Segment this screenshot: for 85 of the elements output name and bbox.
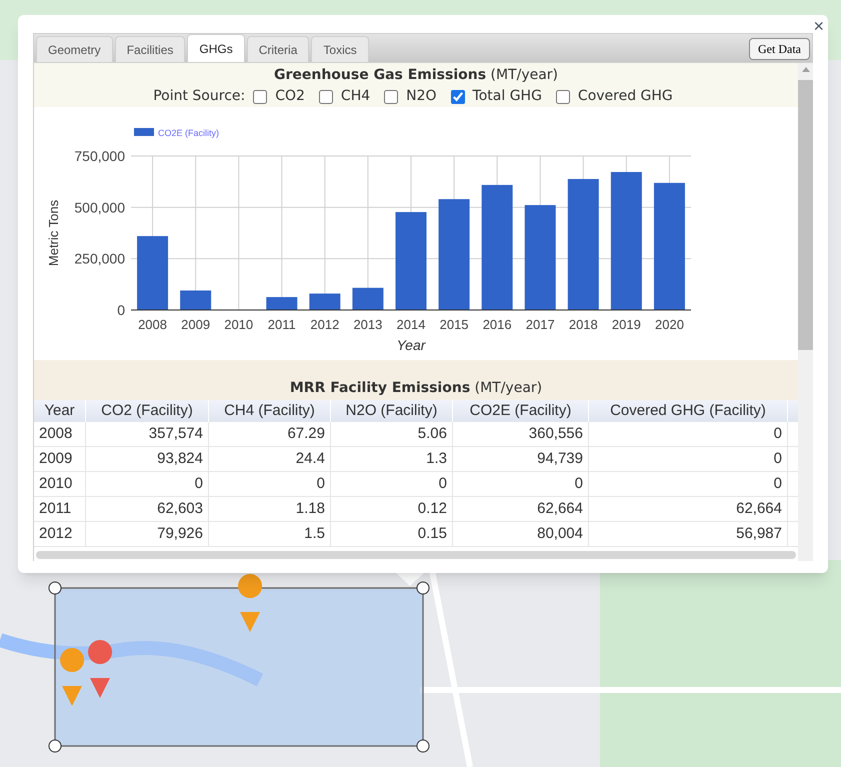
- table-cell: 62,603: [86, 497, 209, 521]
- table-cell: 0: [209, 472, 331, 496]
- table-cell: 2010: [34, 472, 86, 496]
- close-button[interactable]: ×: [813, 17, 824, 35]
- table-cell: 0: [453, 472, 589, 496]
- checkbox-label: N2O: [406, 87, 437, 106]
- y-tick-label: 250,000: [74, 250, 125, 267]
- legend-label: CO2E (Facility): [158, 128, 220, 138]
- point-source-label: Point Source:: [153, 87, 246, 106]
- table-cell: 2012: [34, 522, 86, 546]
- table-cell: 94,739: [453, 447, 589, 471]
- column-header: N2O (Facility): [331, 400, 453, 422]
- vertical-scrollbar[interactable]: [798, 63, 813, 561]
- x-tick-label: 2009: [181, 317, 210, 332]
- column-header: CH4 (Facility): [209, 400, 331, 422]
- x-tick-label: 2019: [612, 317, 641, 332]
- checkbox-label: CO2: [275, 87, 305, 106]
- table-cell: 62,664: [589, 497, 788, 521]
- y-axis-title: Metric Tons: [46, 200, 61, 266]
- x-tick-label: 2018: [568, 317, 598, 332]
- column-header: Year: [34, 400, 86, 422]
- x-tick-label: 2017: [526, 317, 555, 332]
- table-cell: 79,926: [86, 522, 209, 546]
- tab[interactable]: Geometry: [36, 36, 113, 62]
- x-tick-label: 2013: [353, 317, 382, 332]
- table-cell: 5.06: [331, 422, 453, 446]
- column-header: Covered GHG (Facility): [589, 400, 788, 422]
- table-cell: 2008: [34, 422, 86, 446]
- tab[interactable]: Facilities: [114, 36, 186, 62]
- table-cell: 1.3: [331, 447, 453, 471]
- table-title: MRR Facility Emissions (MT/year): [290, 379, 542, 398]
- bar: [180, 290, 212, 310]
- scrollbar-thumb[interactable]: [798, 80, 813, 350]
- y-tick-label: 0: [117, 302, 125, 318]
- checkbox-label: Covered GHG: [578, 87, 673, 106]
- checkbox-label: CH4: [340, 87, 370, 106]
- scroll-up-icon[interactable]: [802, 67, 810, 72]
- table-cell: 0: [589, 472, 788, 496]
- x-tick-label: 2010: [224, 317, 254, 332]
- checkbox[interactable]: [450, 90, 465, 104]
- get-data-button[interactable]: Get Data: [749, 38, 810, 60]
- tab[interactable]: Criteria: [246, 36, 310, 62]
- horizontal-scrollbar[interactable]: [36, 551, 796, 559]
- checkbox[interactable]: [384, 90, 398, 104]
- x-tick-label: 2014: [396, 317, 426, 332]
- x-tick-label: 2011: [268, 317, 296, 332]
- y-tick-label: 500,000: [74, 199, 125, 216]
- table-cell: 0: [86, 472, 209, 496]
- table-cell: 0.12: [331, 497, 453, 521]
- table-cell: 56,987: [589, 522, 788, 546]
- bar: [309, 294, 340, 310]
- x-tick-label: 2020: [655, 317, 684, 332]
- bar: [352, 288, 384, 310]
- table-cell: 24.4: [209, 447, 331, 471]
- y-tick-label: 750,000: [74, 148, 125, 164]
- checkbox[interactable]: [253, 90, 268, 104]
- checkbox[interactable]: [556, 90, 570, 104]
- legend-swatch: [134, 128, 154, 136]
- table-cell: 0: [589, 422, 788, 446]
- chart-section-title: Greenhouse Gas Emissions (MT/year): [274, 66, 558, 85]
- table-cell: 93,824: [86, 447, 209, 471]
- table-cell: 357,574: [86, 422, 209, 446]
- table-cell: 67.29: [209, 422, 331, 446]
- x-tick-label: 2015: [440, 317, 469, 332]
- tab[interactable]: Toxics: [311, 36, 369, 62]
- table-cell: 360,556: [453, 422, 589, 446]
- column-header: CO2 (Facility): [86, 400, 209, 422]
- table-cell: 80,004: [453, 522, 589, 546]
- table-cell: 0.15: [331, 522, 453, 546]
- tab[interactable]: GHGs: [187, 34, 245, 62]
- table-cell: 1.5: [209, 522, 331, 546]
- table-cell: 2009: [34, 447, 86, 471]
- x-tick-label: 2012: [310, 317, 340, 332]
- table-cell: 0: [589, 447, 788, 471]
- x-tick-label: 2008: [138, 317, 167, 332]
- table-cell: 62,664: [453, 497, 589, 521]
- x-tick-label: 2016: [482, 317, 512, 332]
- x-axis-title: Year: [396, 337, 426, 353]
- bar: [266, 297, 298, 310]
- table-cell: 2011: [34, 497, 86, 521]
- checkbox-label: Total GHG: [472, 87, 542, 106]
- column-header: CO2E (Facility): [453, 400, 589, 422]
- table-cell: 1.18: [209, 497, 331, 521]
- checkbox[interactable]: [318, 90, 333, 104]
- table-cell: 0: [331, 472, 453, 496]
